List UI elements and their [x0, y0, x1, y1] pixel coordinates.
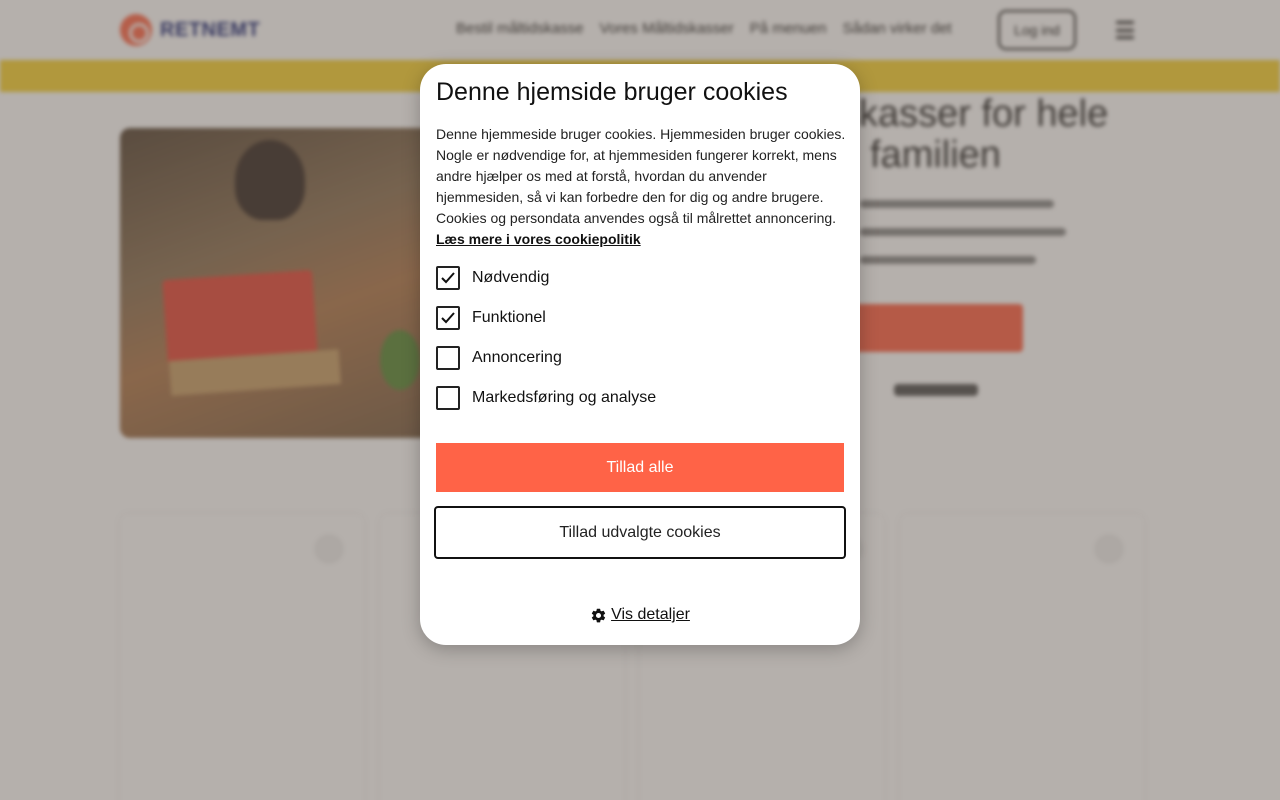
cookie-option-marketing[interactable]: Markedsføring og analyse [436, 386, 656, 410]
checkmark-icon [441, 312, 455, 324]
cookie-dialog-description: Denne hjemmeside bruger cookies. Hjemmes… [436, 124, 846, 250]
show-details-label: Vis detaljer [611, 606, 690, 623]
functional-label: Funktionel [472, 309, 546, 326]
cookie-description-text: Denne hjemmeside bruger cookies. Hjemmes… [436, 126, 846, 226]
gear-icon [591, 608, 606, 622]
necessary-label: Nødvendig [472, 269, 550, 286]
allow-selected-button[interactable]: Tillad udvalgte cookies [434, 506, 846, 559]
advertising-checkbox[interactable] [436, 346, 460, 370]
marketing-checkbox[interactable] [436, 386, 460, 410]
allow-all-button[interactable]: Tillad alle [436, 443, 844, 492]
show-details-link[interactable]: Vis detaljer [420, 606, 860, 624]
cookie-policy-link[interactable]: Læs mere i vores cookiepolitik [436, 231, 641, 247]
cookie-option-necessary[interactable]: Nødvendig [436, 266, 549, 290]
cookie-consent-dialog: Denne hjemside bruger cookies Denne hjem… [420, 64, 860, 645]
cookie-option-advertising[interactable]: Annoncering [436, 346, 562, 370]
advertising-label: Annoncering [472, 349, 562, 366]
checkmark-icon [441, 272, 455, 284]
necessary-checkbox[interactable] [436, 266, 460, 290]
functional-checkbox[interactable] [436, 306, 460, 330]
marketing-label: Markedsføring og analyse [472, 389, 657, 406]
cookie-option-functional[interactable]: Funktionel [436, 306, 546, 330]
cookie-dialog-title: Denne hjemside bruger cookies [436, 78, 788, 106]
